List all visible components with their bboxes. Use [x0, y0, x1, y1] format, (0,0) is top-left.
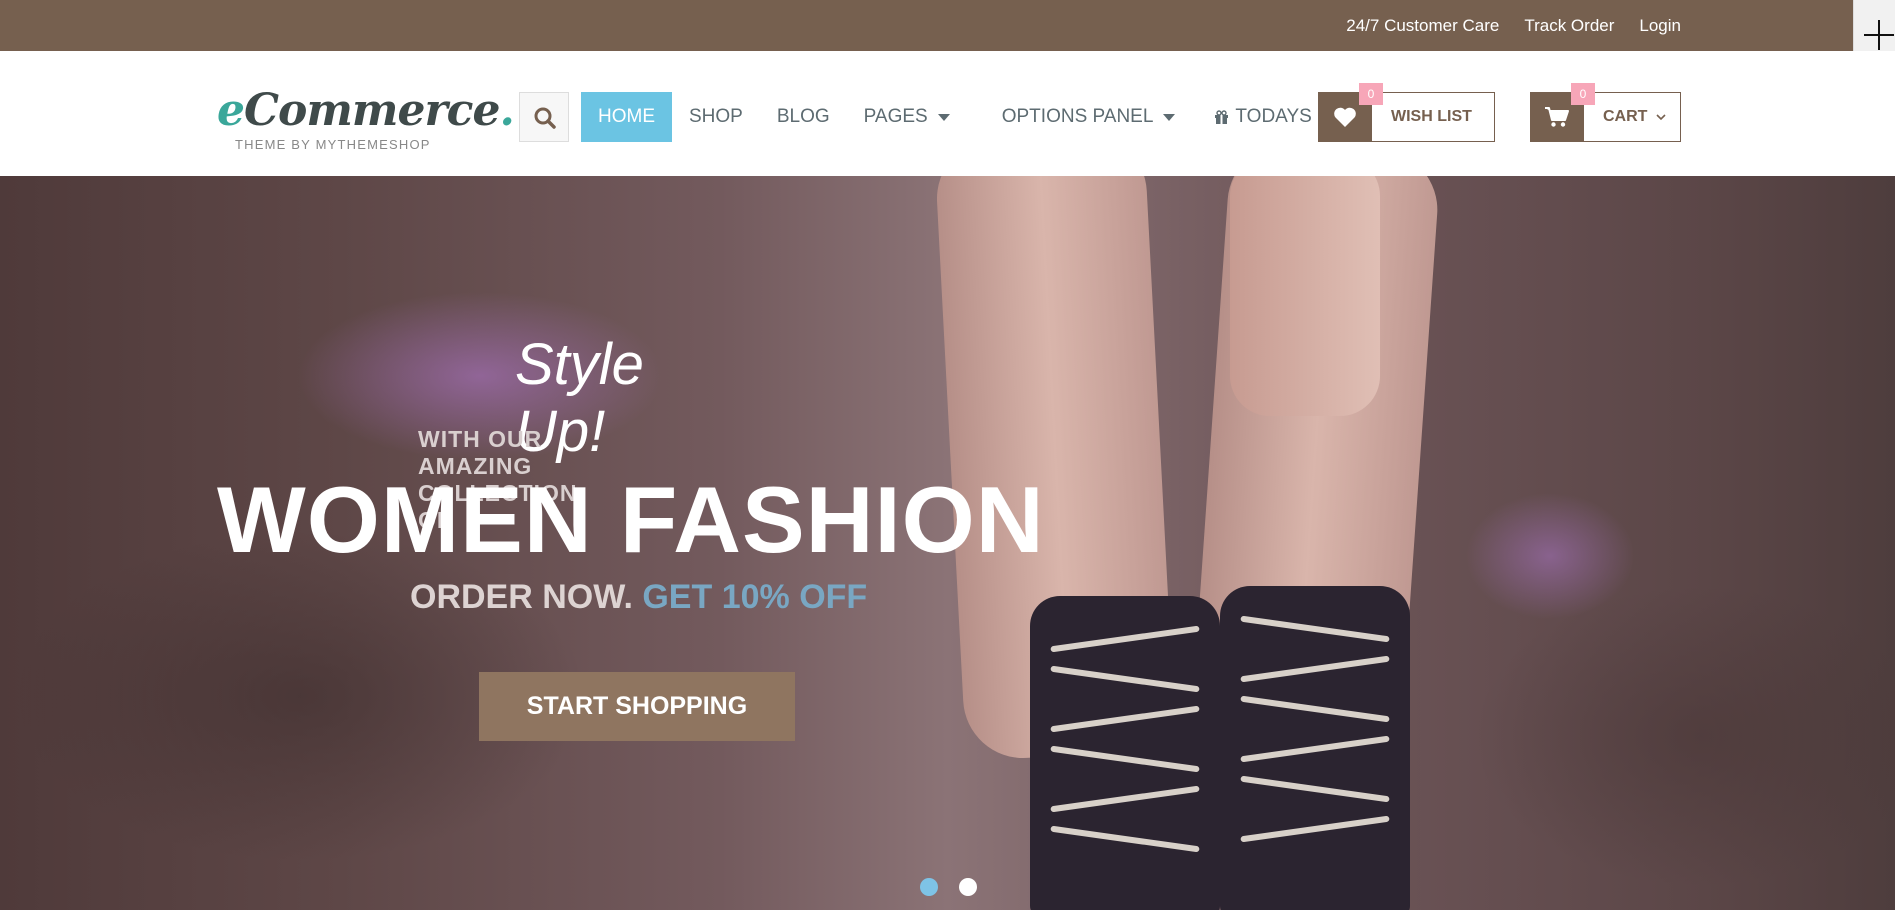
- top-links: 24/7 Customer Care Track Order Login: [1346, 0, 1681, 51]
- hero-slider: Style Up! WITH OUR AMAZING COLLECTION OF…: [0, 176, 1895, 910]
- slider-dot-1[interactable]: [920, 878, 938, 896]
- start-shopping-button[interactable]: START SHOPPING: [479, 672, 795, 741]
- caret-down-icon: [1163, 113, 1176, 121]
- wishlist-label: WISH LIST: [1391, 108, 1472, 125]
- hero-headline: WOMEN FASHION: [217, 467, 1045, 572]
- caret-down-icon: [937, 113, 950, 121]
- hero-image-hand: [1230, 176, 1380, 416]
- search-button[interactable]: [519, 92, 569, 142]
- logo-accent: e: [217, 85, 245, 136]
- gift-icon: [1215, 110, 1229, 124]
- site-logo[interactable]: eCommerce. THEME BY MYTHEMESHOP: [217, 85, 515, 157]
- search-icon: [534, 107, 556, 129]
- logo-subtitle: THEME BY MYTHEMESHOP: [235, 137, 431, 152]
- main-nav: HOME SHOP BLOG PAGES OPTIONS PANEL TODAY…: [581, 92, 1398, 142]
- nav-blog[interactable]: BLOG: [760, 92, 847, 142]
- nav-pages[interactable]: PAGES: [847, 92, 967, 142]
- nav-options-panel[interactable]: OPTIONS PANEL: [985, 92, 1193, 142]
- customer-care-link[interactable]: 24/7 Customer Care: [1346, 16, 1499, 36]
- nav-home[interactable]: HOME: [581, 92, 672, 142]
- site-header: eCommerce. THEME BY MYTHEMESHOP HOME SHO…: [0, 51, 1895, 176]
- login-link[interactable]: Login: [1639, 16, 1681, 36]
- hero-discount-text: GET 10% OFF: [642, 578, 868, 616]
- wishlist-button[interactable]: 0 WISH LIST: [1318, 83, 1495, 142]
- hero-image-sneaker: [1030, 596, 1220, 910]
- slider-pagination: [920, 878, 977, 896]
- nav-shop[interactable]: SHOP: [672, 92, 760, 142]
- slider-dot-2[interactable]: [959, 878, 977, 896]
- cart-count-badge: 0: [1571, 83, 1595, 105]
- track-order-link[interactable]: Track Order: [1524, 16, 1614, 36]
- heart-icon: [1334, 107, 1356, 127]
- hero-order-text: ORDER NOW.: [410, 578, 633, 616]
- cart-icon: [1545, 107, 1569, 127]
- wishlist-count-badge: 0: [1359, 83, 1383, 105]
- top-bar: 24/7 Customer Care Track Order Login: [0, 0, 1895, 51]
- hero-offer-line: ORDER NOW. GET 10% OFF: [410, 578, 867, 617]
- cart-button[interactable]: 0 CART: [1530, 83, 1681, 142]
- cart-label: CART: [1603, 93, 1666, 141]
- logo-dot: .: [499, 85, 515, 136]
- logo-title: Commerce: [244, 85, 500, 136]
- chevron-down-icon: [1656, 114, 1666, 121]
